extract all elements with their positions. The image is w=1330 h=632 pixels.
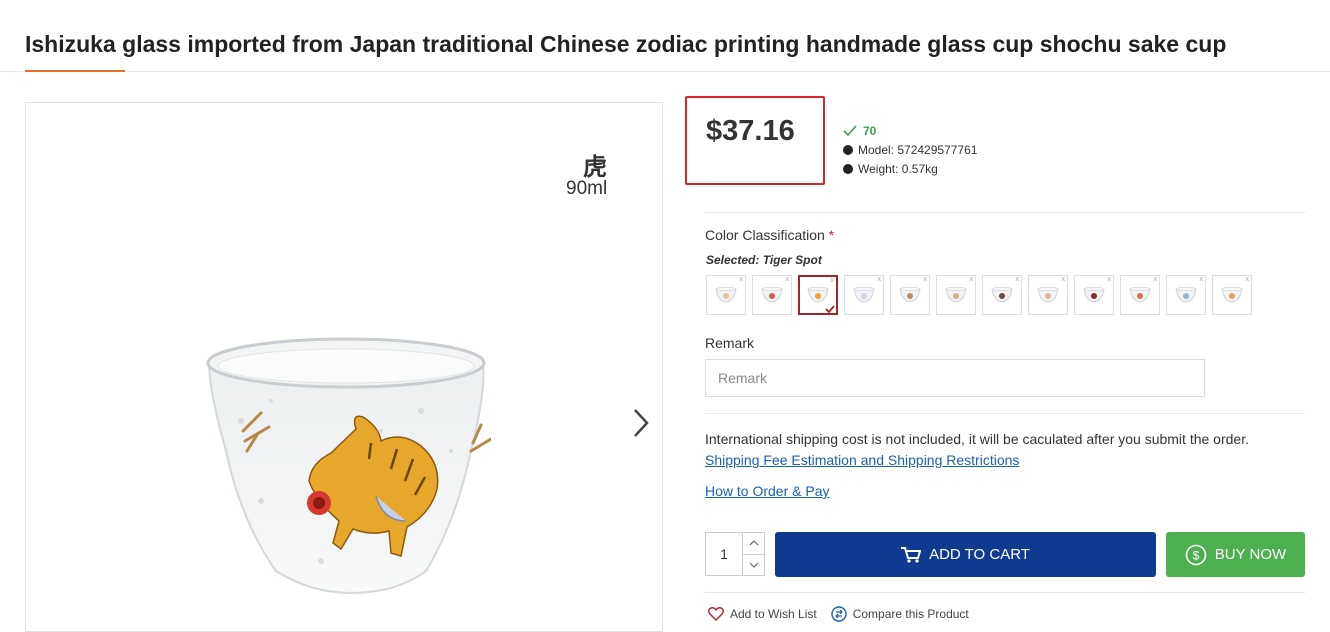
corner-mark: x <box>739 276 744 283</box>
remark-input[interactable] <box>705 359 1205 397</box>
color-classification-label: Color Classification * <box>705 227 834 243</box>
color-swatch[interactable]: x <box>1120 275 1160 315</box>
color-swatch[interactable]: x <box>1028 275 1068 315</box>
product-meta: 70 Model: 572429577761 Weight: 0.57kg <box>843 121 977 178</box>
cup-thumbnail-icon <box>1037 287 1059 303</box>
title-divider <box>0 71 1330 72</box>
color-swatch[interactable]: x <box>936 275 976 315</box>
color-swatch[interactable]: x <box>706 275 746 315</box>
corner-mark: x <box>785 276 790 283</box>
quantity-input[interactable] <box>706 533 742 575</box>
corner-mark: x <box>969 276 974 283</box>
quantity-steps <box>742 533 764 575</box>
corner-mark: x <box>877 276 882 283</box>
color-swatch[interactable]: x <box>1212 275 1252 315</box>
title-accent-bar <box>25 70 125 72</box>
color-swatches: xxxxxxxxxxxx <box>706 275 1252 315</box>
model-number: Model: 572429577761 <box>858 142 978 157</box>
corner-mark: x <box>1107 276 1112 283</box>
cup-thumbnail-icon <box>761 287 783 303</box>
color-swatch[interactable]: x <box>890 275 930 315</box>
shipping-note: International shipping cost is not inclu… <box>705 431 1249 447</box>
quantity-decrease-button[interactable] <box>743 553 764 576</box>
how-to-order-link[interactable]: How to Order & Pay <box>705 483 830 499</box>
color-classification-text: Color Classification <box>705 227 825 243</box>
zodiac-character: 虎 <box>583 154 607 181</box>
bullet-icon <box>843 163 853 174</box>
cup-thumbnail-icon <box>1175 287 1197 303</box>
quantity-stepper[interactable] <box>705 532 765 576</box>
cup-thumbnail-icon <box>1083 287 1105 303</box>
volume-label: 90ml <box>566 178 608 199</box>
cup-thumbnail-icon <box>991 287 1013 303</box>
cup-thumbnail-icon <box>715 287 737 303</box>
add-to-cart-button[interactable]: ADD TO CART <box>775 532 1156 577</box>
corner-mark: x <box>830 277 835 284</box>
cup-thumbnail-icon <box>945 287 967 303</box>
color-swatch[interactable]: x <box>844 275 884 315</box>
corner-mark: x <box>1245 276 1250 283</box>
check-icon <box>843 124 857 136</box>
cart-icon <box>901 546 922 563</box>
corner-mark: x <box>1153 276 1158 283</box>
bullet-icon <box>843 144 853 155</box>
cup-thumbnail-icon <box>807 287 829 303</box>
corner-mark: x <box>1015 276 1020 283</box>
product-title: Ishizuka glass imported from Japan tradi… <box>25 31 1227 57</box>
heart-icon <box>708 607 724 621</box>
divider <box>705 592 1305 593</box>
chevron-down-icon <box>749 562 758 568</box>
required-mark: * <box>828 227 835 243</box>
cup-thumbnail-icon <box>1221 287 1243 303</box>
sold-count: 70 <box>843 121 977 140</box>
compare-label: Compare this Product <box>852 607 969 621</box>
divider <box>705 413 1305 414</box>
buy-now-button[interactable]: $ BUY NOW <box>1166 532 1305 577</box>
chevron-up-icon <box>749 540 758 546</box>
wishlist-label: Add to Wish List <box>730 607 817 621</box>
corner-mark: x <box>1061 276 1066 283</box>
svg-text:$: $ <box>1192 548 1199 562</box>
buy-now-label: BUY NOW <box>1214 546 1287 563</box>
cup-thumbnail-icon <box>853 287 875 303</box>
weight-value: Weight: 0.57kg <box>858 161 938 176</box>
selected-option: Selected: Tiger Spot <box>706 253 822 267</box>
check-icon <box>825 305 835 313</box>
chevron-right-icon[interactable] <box>631 406 651 440</box>
color-swatch[interactable]: x <box>1166 275 1206 315</box>
color-swatch[interactable]: x <box>752 275 792 315</box>
divider <box>705 212 1305 213</box>
add-to-cart-label: ADD TO CART <box>929 546 1030 563</box>
dollar-circle-icon: $ <box>1185 544 1207 565</box>
color-swatch[interactable]: x <box>982 275 1022 315</box>
product-gallery[interactable]: 虎 90ml <box>25 102 663 632</box>
color-swatch[interactable]: x <box>798 275 838 315</box>
corner-mark: x <box>923 276 928 283</box>
quantity-increase-button[interactable] <box>743 533 764 554</box>
color-swatch[interactable]: x <box>1074 275 1114 315</box>
selected-prefix: Selected: <box>706 253 760 267</box>
cup-thumbnail-icon <box>1129 287 1151 303</box>
shipping-estimation-link[interactable]: Shipping Fee Estimation and Shipping Res… <box>705 452 1019 468</box>
cup-thumbnail-icon <box>899 287 921 303</box>
product-image[interactable] <box>201 331 491 601</box>
corner-mark: x <box>1199 276 1204 283</box>
price: $37.16 <box>706 115 795 147</box>
remark-label: Remark <box>705 335 755 351</box>
model-row: Model: 572429577761 <box>843 140 977 159</box>
sold-count-value: 70 <box>863 123 877 138</box>
selected-value: Tiger Spot <box>762 253 822 267</box>
weight-row: Weight: 0.57kg <box>843 159 977 178</box>
price-box: $37.16 <box>685 96 825 185</box>
